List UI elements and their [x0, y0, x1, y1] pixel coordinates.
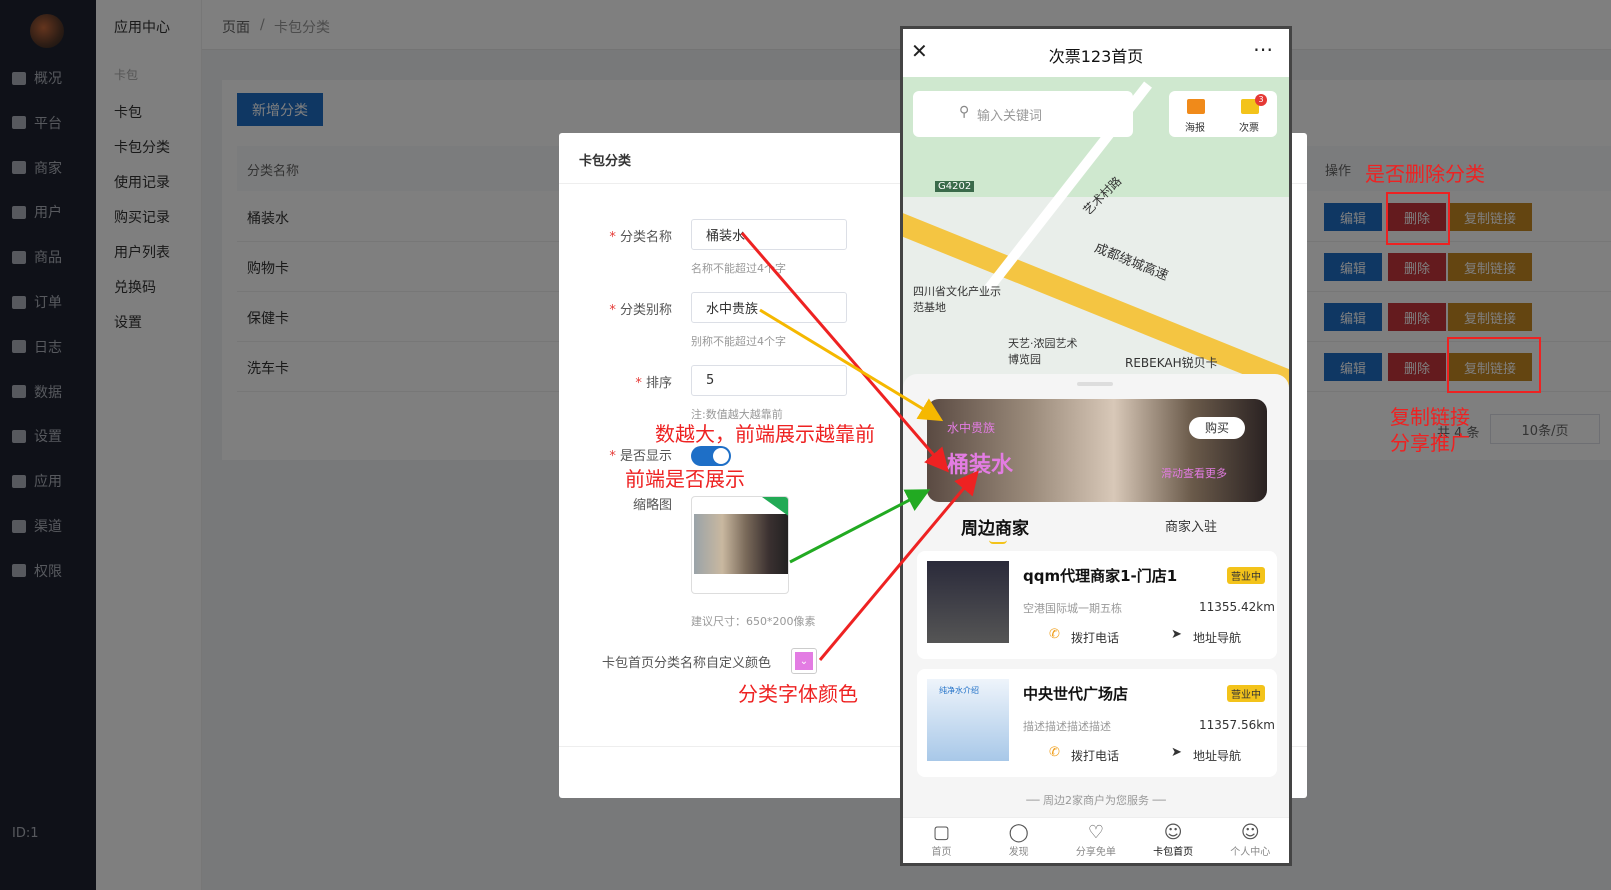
- annotation-arrows: [740, 232, 979, 661]
- arrow-thumb: [789, 489, 931, 564]
- arrow-name: [740, 232, 949, 473]
- arrow-alias: [759, 308, 944, 422]
- arrow-color: [818, 470, 979, 661]
